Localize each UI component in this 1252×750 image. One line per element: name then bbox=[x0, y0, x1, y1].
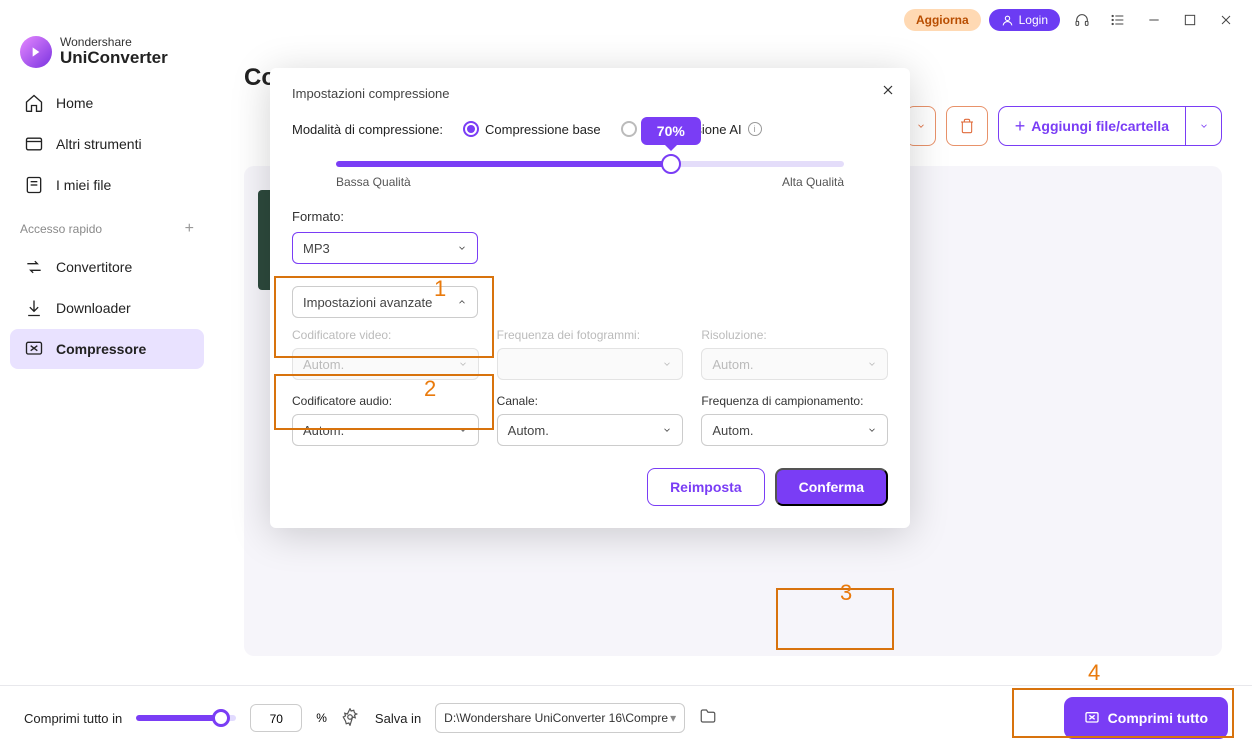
sidebar-item-tools[interactable]: Altri strumenti bbox=[10, 124, 204, 164]
percent-symbol: % bbox=[316, 711, 327, 725]
titlebar: Aggiorna Login bbox=[0, 0, 1252, 40]
confirm-button[interactable]: Conferma bbox=[775, 468, 888, 506]
sidebar-label-compressor: Compressore bbox=[56, 341, 146, 357]
chevron-up-icon bbox=[457, 295, 467, 310]
sidebar-label-myfiles: I miei file bbox=[56, 177, 111, 193]
channel-label: Canale: bbox=[497, 394, 684, 408]
format-label: Formato: bbox=[292, 209, 888, 224]
samplerate-label: Frequenza di campionamento: bbox=[701, 394, 888, 408]
slider-value-badge: 70% bbox=[641, 117, 701, 145]
add-file-label: Aggiungi file/cartella bbox=[1031, 118, 1169, 134]
framerate-select bbox=[497, 348, 684, 380]
sidebar-label-downloader: Downloader bbox=[56, 300, 131, 316]
quick-access-header: Accesso rapido + bbox=[6, 206, 208, 246]
maximize-icon[interactable] bbox=[1176, 6, 1204, 34]
low-quality-label: Bassa Qualità bbox=[336, 175, 411, 189]
reset-button[interactable]: Reimposta bbox=[647, 468, 765, 506]
sidebar-label-converter: Convertitore bbox=[56, 259, 132, 275]
save-path-value: D:\Wondershare UniConverter 16\Compre bbox=[444, 711, 668, 725]
compression-mode-row: Modalità di compressione: Compressione b… bbox=[292, 121, 888, 137]
audio-encoder-select[interactable]: Autom. bbox=[292, 414, 479, 446]
resolution-select: Autom. bbox=[701, 348, 888, 380]
folder-icon[interactable] bbox=[699, 707, 717, 730]
slider-thumb[interactable] bbox=[661, 154, 681, 174]
compress-all-button[interactable]: Comprimi tutto bbox=[1064, 697, 1228, 739]
resolution-label: Risoluzione: bbox=[701, 328, 888, 342]
annotation-num-1: 1 bbox=[434, 276, 446, 302]
annotation-num-4: 4 bbox=[1088, 660, 1100, 686]
sidebar: Wondershare UniConverter Home Altri stru… bbox=[0, 40, 214, 685]
add-file-button[interactable]: + Aggiungi file/cartella bbox=[998, 106, 1186, 146]
mode-label: Modalità di compressione: bbox=[292, 122, 443, 137]
radio-ai[interactable] bbox=[621, 121, 637, 137]
compress-all-label: Comprimi tutto bbox=[1108, 710, 1208, 726]
modal-title: Impostazioni compressione bbox=[292, 86, 888, 101]
logo-text-bottom: UniConverter bbox=[60, 49, 168, 68]
logo-mark-icon bbox=[20, 36, 52, 68]
upgrade-button[interactable]: Aggiorna bbox=[904, 9, 981, 31]
sidebar-item-home[interactable]: Home bbox=[10, 83, 204, 123]
minimize-icon[interactable] bbox=[1140, 6, 1168, 34]
login-label: Login bbox=[1019, 13, 1048, 27]
gear-icon[interactable] bbox=[341, 708, 361, 728]
bottom-quality-slider[interactable] bbox=[136, 715, 236, 721]
framerate-label: Frequenza dei fotogrammi: bbox=[497, 328, 684, 342]
annotation-num-2: 2 bbox=[424, 376, 436, 402]
logo: Wondershare UniConverter bbox=[6, 36, 208, 82]
sidebar-item-myfiles[interactable]: I miei file bbox=[10, 165, 204, 205]
radio-basic[interactable] bbox=[463, 121, 479, 137]
sidebar-label-tools: Altri strumenti bbox=[56, 136, 142, 152]
plus-icon[interactable]: + bbox=[185, 220, 194, 238]
sidebar-label-home: Home bbox=[56, 95, 93, 111]
bottom-percent-input[interactable]: 70 bbox=[250, 704, 302, 732]
advanced-settings-toggle[interactable]: Impostazioni avanzate bbox=[292, 286, 478, 318]
sidebar-item-converter[interactable]: Convertitore bbox=[10, 247, 204, 287]
sidebar-item-downloader[interactable]: Downloader bbox=[10, 288, 204, 328]
samplerate-select[interactable]: Autom. bbox=[701, 414, 888, 446]
video-encoder-select: Autom. bbox=[292, 348, 479, 380]
video-encoder-label: Codificatore video: bbox=[292, 328, 479, 342]
close-icon[interactable] bbox=[880, 82, 896, 103]
delete-dropdown[interactable] bbox=[906, 106, 936, 146]
quality-slider[interactable]: 70% bbox=[336, 161, 844, 167]
advanced-label: Impostazioni avanzate bbox=[303, 295, 432, 310]
close-icon[interactable] bbox=[1212, 6, 1240, 34]
delete-button[interactable] bbox=[946, 106, 988, 146]
compression-settings-modal: Impostazioni compressione Modalità di co… bbox=[270, 68, 910, 528]
audio-encoder-label: Codificatore audio: bbox=[292, 394, 479, 408]
info-icon[interactable]: i bbox=[748, 122, 762, 136]
list-icon[interactable] bbox=[1104, 6, 1132, 34]
high-quality-label: Alta Qualità bbox=[782, 175, 844, 189]
channel-select[interactable]: Autom. bbox=[497, 414, 684, 446]
save-path-select[interactable]: D:\Wondershare UniConverter 16\Compre ▾ bbox=[435, 703, 685, 733]
login-button[interactable]: Login bbox=[989, 9, 1060, 31]
format-select[interactable]: MP3 bbox=[292, 232, 478, 264]
format-value: MP3 bbox=[303, 241, 330, 256]
chevron-down-icon bbox=[457, 241, 467, 256]
mode-basic-label: Compressione base bbox=[485, 122, 601, 137]
annotation-num-3: 3 bbox=[840, 580, 852, 606]
headphones-icon[interactable] bbox=[1068, 6, 1096, 34]
quick-access-label: Accesso rapido bbox=[20, 222, 102, 236]
sidebar-item-compressor[interactable]: Compressore bbox=[10, 329, 204, 369]
save-in-label: Salva in bbox=[375, 711, 421, 726]
bottom-bar: Comprimi tutto in 70 % Salva in D:\Wonde… bbox=[0, 685, 1252, 750]
compress-in-label: Comprimi tutto in bbox=[24, 711, 122, 726]
add-file-dropdown[interactable] bbox=[1186, 106, 1222, 146]
